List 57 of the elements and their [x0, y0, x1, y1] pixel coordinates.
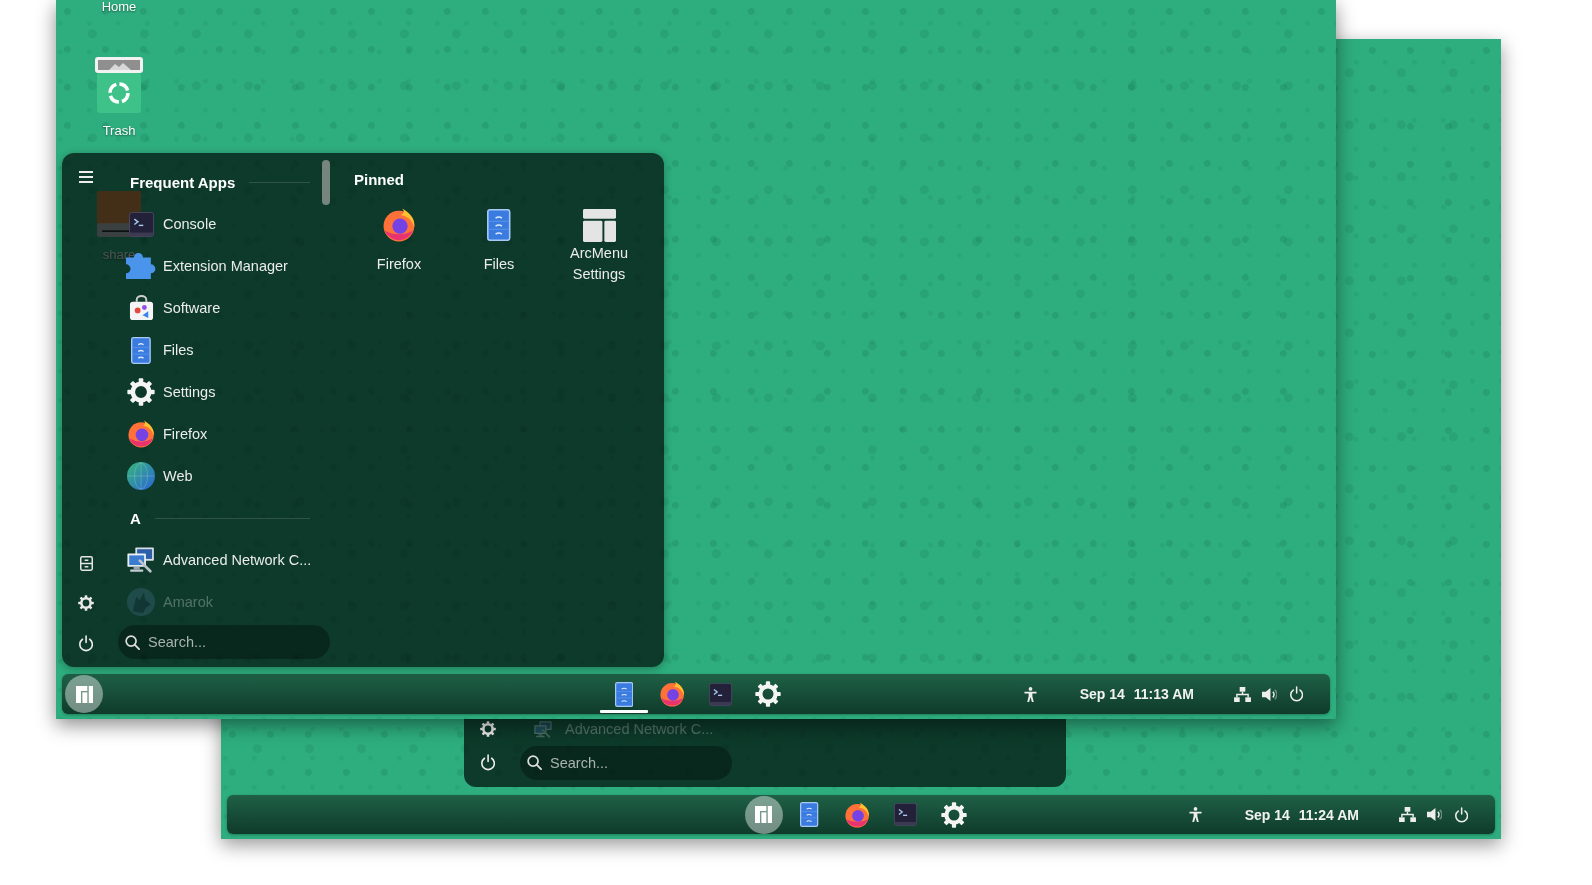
menu-item[interactable]: Console	[118, 203, 318, 245]
start-button[interactable]	[744, 795, 783, 834]
power-icon	[1289, 686, 1304, 702]
file-cabinet-icon	[614, 681, 634, 707]
menu-item[interactable]: Files	[118, 329, 318, 371]
power-icon	[78, 634, 94, 652]
speaker-icon	[1261, 686, 1278, 702]
network-icon	[1234, 686, 1251, 702]
gear-icon	[940, 801, 967, 828]
file-cabinet-icon	[800, 802, 819, 827]
shopping-bag-icon	[128, 295, 154, 321]
speaker-icon	[1426, 807, 1443, 822]
search-icon	[527, 755, 542, 770]
power-icon	[1454, 806, 1469, 823]
gear-icon	[755, 681, 781, 707]
monitors-icon	[534, 720, 552, 738]
search-icon	[125, 634, 140, 650]
layout-icon	[582, 208, 616, 242]
person-icon	[1024, 686, 1038, 702]
clock-button[interactable]: Sep 14 11:24 AM	[1236, 796, 1367, 833]
section-header: A	[130, 509, 141, 527]
bars-logo-icon	[75, 685, 93, 703]
menu-item[interactable]: Firefox	[118, 413, 318, 455]
network-icon	[1399, 807, 1416, 822]
wolf-icon	[127, 588, 155, 616]
monitors-icon	[127, 547, 155, 573]
terminal-icon	[128, 211, 154, 237]
pinned-app[interactable]: ArcMenu Settings	[549, 197, 649, 285]
flame-globe-icon	[845, 801, 870, 828]
flame-globe-icon	[659, 681, 685, 707]
bars-logo-icon	[755, 806, 772, 823]
file-cabinet-icon	[131, 336, 151, 364]
menu-item[interactable]: Software	[118, 287, 318, 329]
pinned-header: Pinned	[353, 170, 404, 190]
person-icon	[1189, 807, 1203, 822]
cabinet-icon	[79, 555, 93, 571]
globe-icon	[127, 462, 155, 490]
flame-globe-icon	[383, 208, 415, 242]
start-button[interactable]	[65, 675, 103, 713]
section-header: Frequent Apps	[130, 173, 236, 191]
pinned-app[interactable]: Files	[449, 197, 549, 285]
flame-globe-icon	[127, 420, 155, 448]
menu-icon	[79, 171, 93, 183]
menu-item[interactable]: Settings	[118, 371, 318, 413]
menu-item[interactable]: Advanced Network C...	[118, 539, 318, 581]
power-icon	[480, 754, 496, 771]
settings-icon	[78, 595, 94, 611]
recycle-bin-icon	[95, 57, 143, 113]
terminal-icon	[708, 682, 732, 706]
menu-item[interactable]: Web	[118, 455, 318, 497]
scrollbar-thumb[interactable]	[322, 160, 330, 205]
gear-icon	[127, 378, 155, 406]
terminal-icon	[894, 803, 917, 826]
file-cabinet-icon	[487, 209, 511, 241]
settings-icon	[480, 721, 496, 737]
clock-button[interactable]: Sep 14 11:13 AM	[1071, 676, 1202, 712]
pinned-app[interactable]: Firefox	[349, 197, 449, 285]
